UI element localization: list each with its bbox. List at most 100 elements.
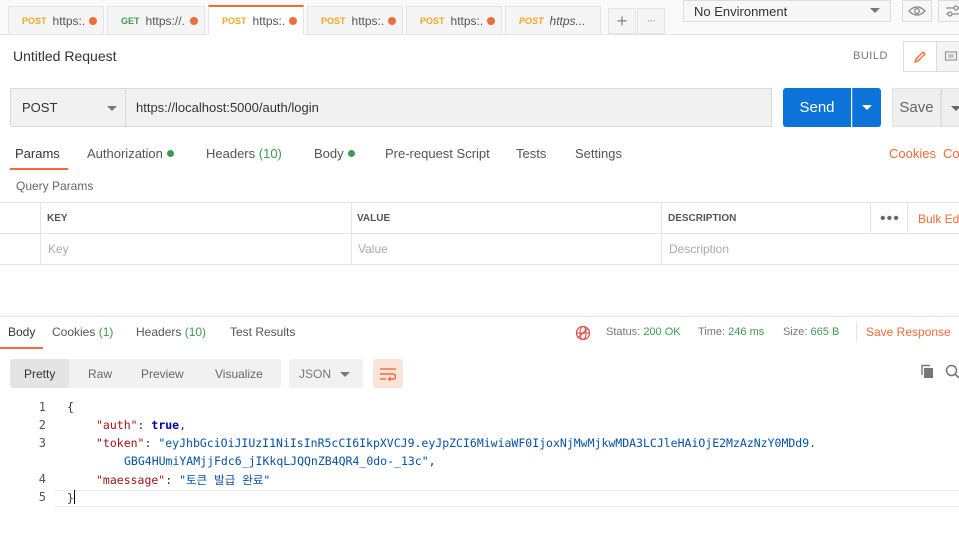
response-tab-body[interactable]: Body bbox=[8, 325, 35, 339]
response-tab-headers[interactable]: Headers (10) bbox=[136, 325, 206, 339]
save-label: Save bbox=[899, 99, 934, 116]
request-url-input[interactable] bbox=[125, 88, 772, 127]
tab-method: POST bbox=[22, 15, 47, 26]
copy-icon[interactable] bbox=[920, 364, 935, 379]
tab-options-button[interactable]: ··· bbox=[637, 8, 665, 34]
line-number: 4 bbox=[38, 472, 46, 486]
request-tab[interactable]: POST https:... bbox=[8, 6, 104, 34]
param-description-input[interactable]: Description bbox=[669, 242, 729, 256]
view-preview[interactable]: Preview bbox=[141, 359, 184, 388]
response-format-select[interactable]: JSON bbox=[289, 359, 363, 388]
view-pretty[interactable]: Pretty bbox=[10, 359, 70, 388]
save-options-dropdown[interactable] bbox=[941, 88, 959, 127]
unsaved-dot-icon bbox=[388, 16, 396, 25]
tab-method: GET bbox=[121, 15, 140, 26]
edit-request-button[interactable] bbox=[903, 41, 936, 72]
response-status[interactable]: Status: 200 OK bbox=[606, 326, 681, 338]
sliders-icon bbox=[946, 5, 959, 17]
eye-icon bbox=[908, 6, 926, 16]
new-tab-button[interactable]: + bbox=[608, 8, 636, 34]
environment-quick-look-button[interactable] bbox=[902, 0, 932, 22]
size-value: 665 B bbox=[810, 326, 840, 338]
documentation-button[interactable] bbox=[936, 41, 959, 72]
column-divider bbox=[351, 203, 352, 265]
active-tab-indicator bbox=[10, 168, 68, 170]
tab-headers-label: Headers bbox=[206, 146, 256, 161]
save-response-button[interactable]: Save Response bbox=[866, 325, 951, 339]
headers-count: (10) bbox=[258, 146, 282, 161]
tab-tests[interactable]: Tests bbox=[516, 146, 546, 161]
unsaved-dot-icon bbox=[289, 17, 297, 25]
tab-tests-label: Tests bbox=[516, 146, 547, 161]
wrap-lines-button[interactable] bbox=[373, 359, 403, 388]
response-tab-test-results[interactable]: Test Results bbox=[230, 325, 295, 339]
view-pretty-label: Pretty bbox=[24, 366, 56, 381]
size-label: Size: bbox=[783, 326, 808, 338]
more-options-icon[interactable]: ••• bbox=[880, 210, 900, 228]
json-value: true bbox=[151, 418, 180, 432]
tab-url: https... bbox=[549, 13, 586, 28]
line-number: 1 bbox=[38, 400, 46, 414]
param-key-input[interactable]: Key bbox=[48, 242, 69, 256]
request-title[interactable]: Untitled Request bbox=[13, 48, 117, 64]
json-close-brace: } bbox=[67, 491, 74, 505]
response-tab-cookies[interactable]: Cookies (1) bbox=[52, 325, 113, 339]
tab-url: https:... bbox=[52, 13, 85, 28]
tab-authorization[interactable]: Authorization bbox=[87, 146, 174, 161]
tab-headers[interactable]: Headers (10) bbox=[206, 146, 282, 161]
manage-environments-button[interactable] bbox=[938, 0, 959, 22]
tab-url: https://... bbox=[145, 13, 186, 28]
request-tab[interactable]: GET https://... bbox=[107, 6, 205, 34]
send-options-dropdown[interactable] bbox=[852, 88, 881, 127]
json-value: "토큰 발급 완료" bbox=[179, 473, 271, 487]
code-line: "maessage": "토큰 발급 완료" bbox=[96, 473, 271, 487]
request-tab-active[interactable]: POST https:... bbox=[208, 5, 304, 35]
tab-url: https:... bbox=[450, 13, 483, 28]
response-view-switcher: Pretty Raw Preview Visualize bbox=[10, 359, 281, 388]
code-line: { bbox=[67, 400, 74, 414]
tab-prerequest-script[interactable]: Pre-request Script bbox=[385, 146, 490, 161]
request-tab[interactable]: POST https:... bbox=[307, 6, 403, 34]
tab-settings-label: Settings bbox=[575, 146, 622, 161]
response-time[interactable]: Time: 246 ms bbox=[698, 326, 764, 338]
code-link[interactable]: Code bbox=[943, 146, 959, 161]
chevron-down-icon bbox=[870, 8, 880, 13]
view-visualize[interactable]: Visualize bbox=[215, 359, 263, 388]
param-value-input[interactable]: Value bbox=[358, 242, 388, 256]
response-tab-cookies-label: Cookies bbox=[52, 325, 96, 339]
search-icon[interactable] bbox=[945, 364, 959, 379]
send-button[interactable]: Send bbox=[783, 88, 851, 127]
bulk-edit-link[interactable]: Bulk Edit bbox=[918, 212, 959, 226]
status-dot-icon bbox=[347, 150, 355, 157]
globe-icon[interactable] bbox=[575, 325, 591, 341]
http-method-label: POST bbox=[22, 100, 58, 115]
cookies-link[interactable]: Cookies bbox=[889, 146, 936, 161]
tab-settings[interactable]: Settings bbox=[575, 146, 622, 161]
save-button[interactable]: Save bbox=[892, 88, 941, 127]
unsaved-dot-icon bbox=[190, 16, 198, 25]
response-size[interactable]: Size: 665 B bbox=[783, 326, 839, 338]
view-raw[interactable]: Raw bbox=[88, 359, 112, 388]
tab-method: POST bbox=[222, 16, 247, 26]
view-preview-label: Preview bbox=[141, 366, 184, 381]
response-divider[interactable] bbox=[0, 316, 959, 317]
code-line: GBG4HUmiYAMjjFdc6_jIKkqLJQQnZB4QR4_0do-_… bbox=[124, 454, 436, 468]
tab-params[interactable]: Params bbox=[15, 146, 60, 161]
http-method-select[interactable]: POST bbox=[10, 88, 126, 127]
environment-select[interactable]: No Environment bbox=[683, 0, 891, 22]
view-visualize-label: Visualize bbox=[215, 366, 263, 381]
divider bbox=[856, 322, 857, 342]
time-label: Time: bbox=[698, 326, 726, 338]
request-tab[interactable]: POST https:... bbox=[406, 6, 502, 34]
current-line-highlight bbox=[55, 490, 959, 507]
column-divider bbox=[40, 203, 41, 265]
tab-body[interactable]: Body bbox=[314, 146, 355, 161]
tab-method: POST bbox=[321, 15, 346, 26]
environment-label: No Environment bbox=[694, 3, 788, 19]
json-value: "eyJhbGciOiJIUzI1NiIsInR5cCI6IkpXVCJ9.ey… bbox=[158, 436, 817, 450]
row-divider bbox=[0, 233, 959, 234]
tab-params-label: Params bbox=[15, 146, 60, 161]
plus-icon: + bbox=[616, 10, 628, 31]
format-label: JSON bbox=[299, 366, 332, 381]
request-tab[interactable]: POST https... bbox=[505, 6, 601, 34]
